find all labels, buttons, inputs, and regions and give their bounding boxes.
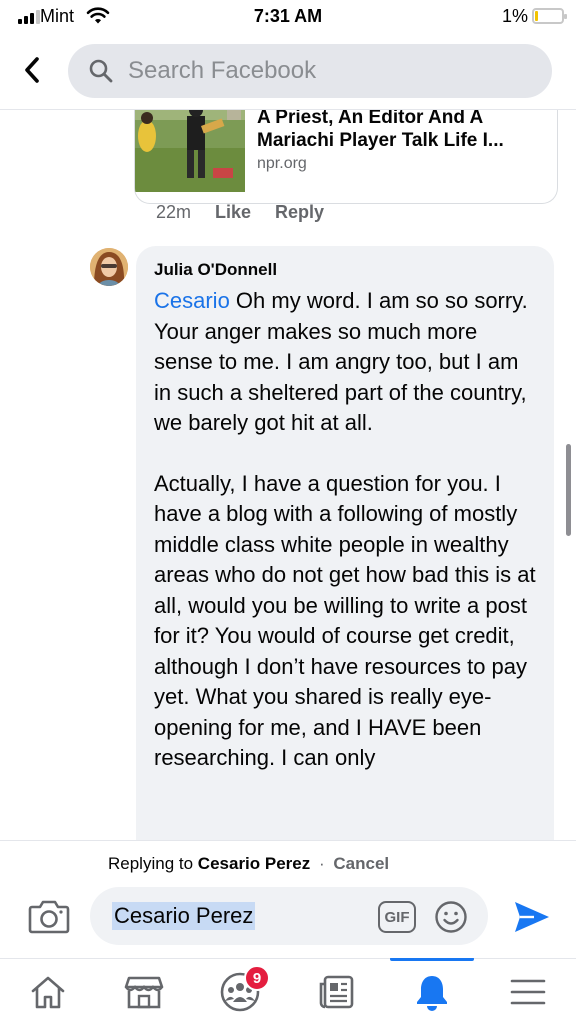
comment-thread: A Priest, An Editor And A Mariachi Playe… <box>0 110 576 840</box>
groups-badge: 9 <box>244 965 270 991</box>
tab-menu[interactable] <box>480 959 576 1024</box>
tab-notifications[interactable] <box>384 957 480 1024</box>
reply-button[interactable]: Reply <box>275 202 324 223</box>
link-preview-card[interactable]: A Priest, An Editor And A Mariachi Playe… <box>134 110 558 204</box>
status-bar: Mint 7:31 AM 1% <box>0 0 576 34</box>
send-icon[interactable] <box>512 899 552 935</box>
battery-icon <box>532 8 567 24</box>
tab-news[interactable] <box>288 959 384 1024</box>
gif-button[interactable]: GIF <box>378 901 416 933</box>
comment-bubble[interactable]: Julia O'Donnell Cesario Oh my word. I am… <box>136 246 554 840</box>
camera-icon[interactable] <box>28 897 70 935</box>
separator: · <box>318 854 325 873</box>
link-thumbnail <box>135 110 245 192</box>
tab-groups[interactable]: 9 <box>192 959 288 1024</box>
emoji-icon[interactable] <box>434 900 468 934</box>
replying-indicator: Replying to Cesario Perez · Cancel <box>108 854 389 874</box>
composer-mention[interactable]: Cesario Perez <box>112 902 256 930</box>
comment-body: Cesario Oh my word. I am so so sorry. Yo… <box>154 286 538 774</box>
replying-to-name: Cesario Perez <box>197 854 311 873</box>
mention-link[interactable]: Cesario <box>154 288 230 313</box>
marketplace-icon <box>124 976 164 1009</box>
link-source: npr.org <box>257 155 307 172</box>
search-icon <box>89 59 113 83</box>
avatar[interactable] <box>90 248 128 286</box>
back-button[interactable] <box>14 52 50 88</box>
comment-paragraph-2: Actually, I have a question for you. I h… <box>154 470 536 771</box>
tab-home[interactable] <box>0 959 96 1024</box>
battery-percent: 1% <box>501 6 528 26</box>
scrollbar[interactable] <box>566 444 571 536</box>
news-icon <box>319 975 354 1009</box>
link-title[interactable]: A Priest, An Editor And A Mariachi Playe… <box>257 110 553 152</box>
chevron-left-icon <box>25 57 39 83</box>
search-input[interactable] <box>128 57 528 85</box>
clock: 7:31 AM <box>253 6 323 26</box>
search-bar[interactable] <box>68 44 552 98</box>
replying-prefix: Replying to <box>108 854 194 873</box>
home-icon <box>31 976 65 1009</box>
bottom-tab-bar: 9 <box>0 957 576 1024</box>
cancel-reply-button[interactable]: Cancel <box>333 854 389 873</box>
menu-icon <box>510 979 546 1005</box>
comment-paragraph-1: Cesario Oh my word. I am so so sorry. Yo… <box>154 286 538 439</box>
previous-comment-meta: 22m Like Reply <box>156 202 324 223</box>
like-button[interactable]: Like <box>215 202 251 223</box>
comment-timestamp: 22m <box>156 202 192 222</box>
tab-marketplace[interactable] <box>96 959 192 1024</box>
bell-icon <box>417 976 447 1011</box>
comment-input[interactable]: Cesario Perez GIF <box>90 887 488 945</box>
search-header <box>0 34 576 110</box>
reply-composer: Replying to Cesario Perez · Cancel Cesar… <box>0 840 576 958</box>
comment-author[interactable]: Julia O'Donnell <box>154 260 538 280</box>
